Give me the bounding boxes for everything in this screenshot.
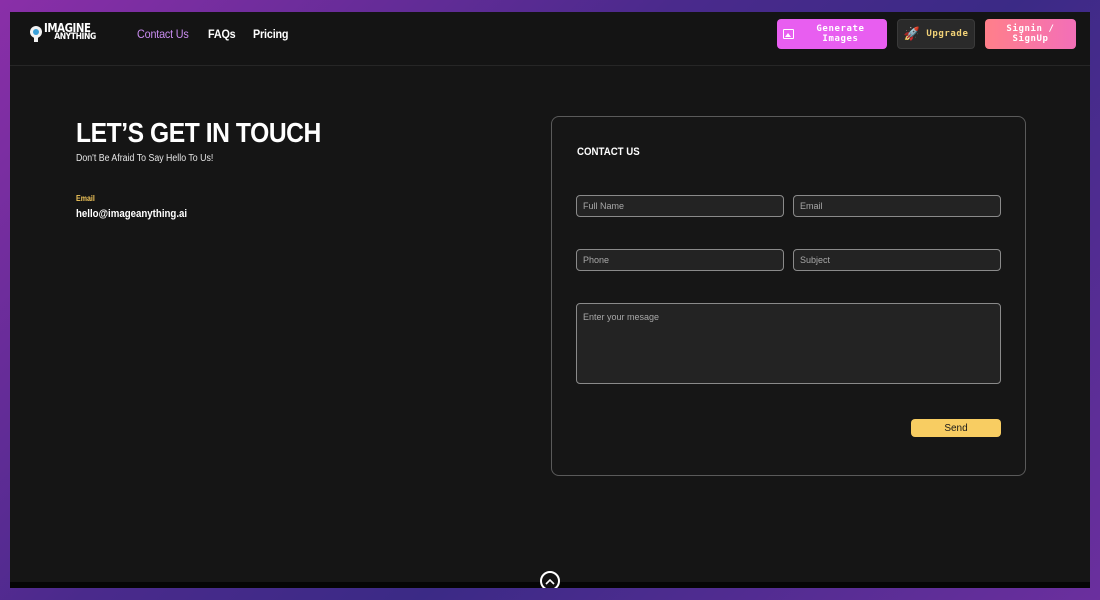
nav-links: Contact Us FAQs Pricing	[137, 27, 292, 41]
logo[interactable]: IMAGINE ANYTHING	[30, 22, 105, 42]
message-textarea[interactable]	[576, 303, 1001, 384]
chevron-up-icon	[545, 578, 555, 585]
page-subtitle: Don't Be Afraid To Say Hello To Us!	[76, 153, 214, 164]
lightbulb-icon	[30, 26, 42, 42]
upgrade-label: Upgrade	[926, 29, 969, 39]
logo-text: IMAGINE ANYTHING	[44, 22, 105, 42]
send-button[interactable]: Send	[911, 419, 1001, 437]
email-label: Email	[76, 194, 95, 203]
contact-form-card: CONTACT US Send	[551, 116, 1026, 476]
nav-link-faqs[interactable]: FAQs	[208, 27, 236, 41]
generate-images-label: Generate Images	[816, 24, 865, 44]
email-input[interactable]	[793, 195, 1001, 217]
phone-input[interactable]	[576, 249, 784, 271]
contact-info: LET’S GET IN TOUCH Don't Be Afraid To Sa…	[76, 117, 354, 220]
signin-signup-button[interactable]: Signin / SignUp	[985, 19, 1076, 49]
logo-line-2: ANYTHING	[54, 32, 96, 42]
page-title: LET’S GET IN TOUCH	[76, 117, 321, 148]
email-address[interactable]: hello@imageanything.ai	[76, 208, 321, 220]
navbar: IMAGINE ANYTHING Contact Us FAQs Pricing…	[10, 12, 1090, 66]
generate-images-button[interactable]: Generate Images	[777, 19, 887, 49]
subject-input[interactable]	[793, 249, 1001, 271]
image-icon	[783, 29, 794, 39]
rocket-icon: 🚀	[903, 26, 921, 42]
upgrade-button[interactable]: 🚀 Upgrade	[897, 19, 975, 49]
nav-link-contact-us[interactable]: Contact Us	[137, 27, 189, 41]
nav-link-pricing[interactable]: Pricing	[253, 27, 289, 41]
signin-signup-label: Signin / SignUp	[1006, 24, 1055, 44]
app-frame: IMAGINE ANYTHING Contact Us FAQs Pricing…	[10, 12, 1090, 588]
scroll-to-top-button[interactable]	[540, 571, 560, 588]
contact-form-title: CONTACT US	[577, 146, 640, 158]
full-name-input[interactable]	[576, 195, 784, 217]
